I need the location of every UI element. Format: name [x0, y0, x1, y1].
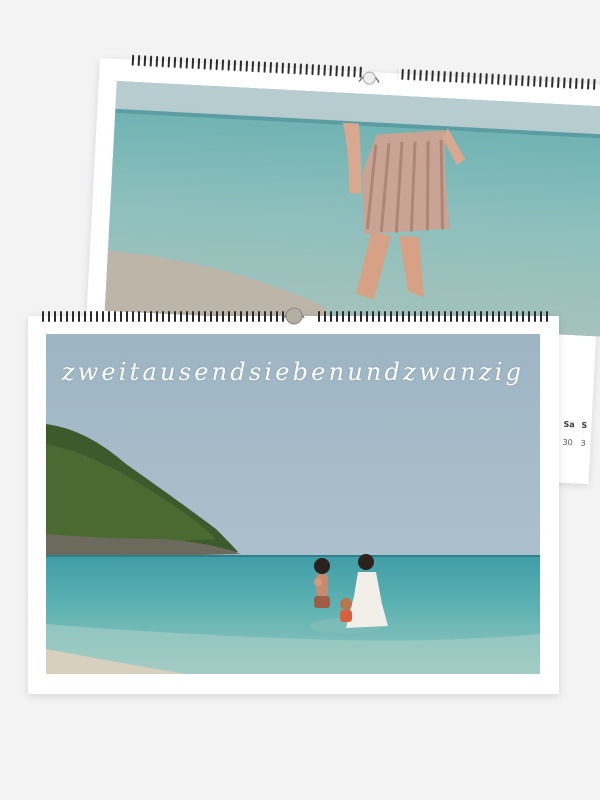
mini-calendar-header-so: S [581, 420, 588, 430]
year-script-title: zweitausendsiebenundzwanzig [61, 358, 525, 386]
front-calendar-photo: zweitausendsiebenundzwanzig [46, 334, 540, 674]
front-wall-calendar: zweitausendsiebenundzwanzig [28, 307, 559, 694]
hanger-hook-icon [357, 68, 382, 91]
hanger-hook-icon [282, 302, 306, 332]
mini-calendar-day: 3 [580, 438, 586, 448]
back-calendar-photo [104, 80, 600, 337]
mini-calendar-header-sa: Sa [563, 419, 575, 430]
mini-calendar-day: 30 [562, 437, 573, 448]
